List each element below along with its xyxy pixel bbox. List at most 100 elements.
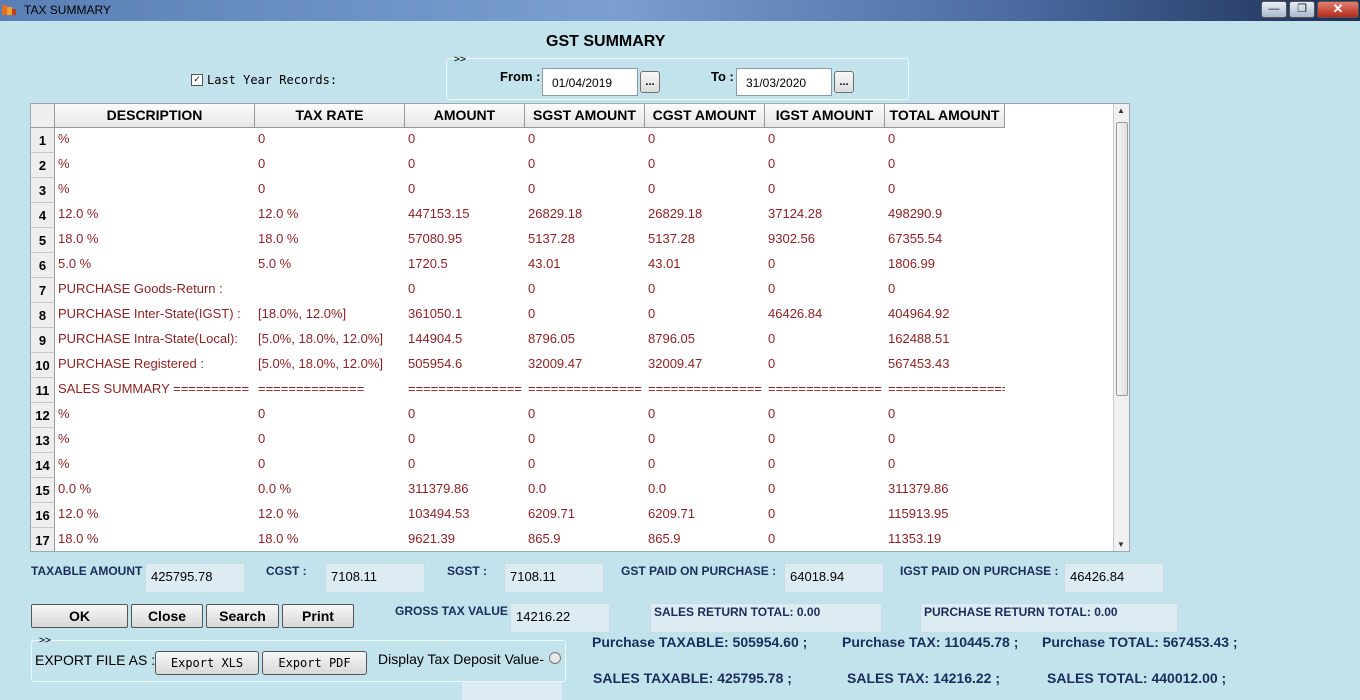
row-number[interactable]: 17 (31, 528, 55, 551)
cell-description[interactable]: % (55, 453, 255, 478)
cell-sgst-amount[interactable]: 43.01 (525, 253, 645, 278)
cell-cgst-amount[interactable]: 0 (645, 178, 765, 203)
cell-amount[interactable]: 0 (405, 153, 525, 178)
cell-igst-amount[interactable]: 0 (765, 153, 885, 178)
cell-total-amount[interactable]: 311379.86 (885, 478, 1005, 503)
cell-description[interactable]: 5.0 % (55, 253, 255, 278)
cell-cgst-amount[interactable]: 8796.05 (645, 328, 765, 353)
vertical-scrollbar[interactable]: ▲ ▼ (1113, 104, 1129, 551)
row-number[interactable]: 5 (31, 228, 55, 253)
cell-cgst-amount[interactable]: 0 (645, 303, 765, 328)
cell-cgst-amount[interactable]: 0 (645, 153, 765, 178)
close-button[interactable]: Close (131, 604, 203, 628)
cell-amount[interactable]: 361050.1 (405, 303, 525, 328)
cell-tax-rate[interactable]: 18.0 % (255, 528, 405, 551)
row-number[interactable]: 15 (31, 478, 55, 503)
cell-amount[interactable]: 1720.5 (405, 253, 525, 278)
cell-tax-rate[interactable]: 12.0 % (255, 503, 405, 528)
taxable-amount-field[interactable]: 425795.78 (145, 563, 245, 593)
cell-amount[interactable]: 447153.15 (405, 203, 525, 228)
from-date-picker-button[interactable]: ... (640, 71, 660, 93)
igst-paid-field[interactable]: 46426.84 (1064, 563, 1164, 593)
cell-total-amount[interactable]: 404964.92 (885, 303, 1005, 328)
cell-igst-amount[interactable]: 9302.56 (765, 228, 885, 253)
cell-sgst-amount[interactable]: 0 (525, 403, 645, 428)
row-number[interactable]: 13 (31, 428, 55, 453)
cell-sgst-amount[interactable]: 6209.71 (525, 503, 645, 528)
minimize-button[interactable]: — (1261, 1, 1287, 18)
table-row[interactable]: 14% 0 0 0 0 0 0 (31, 453, 1005, 478)
restore-button[interactable]: ❐ (1289, 1, 1315, 18)
cell-total-amount[interactable]: 0 (885, 428, 1005, 453)
cell-description[interactable]: PURCHASE Registered : (55, 353, 255, 378)
cell-description[interactable]: % (55, 428, 255, 453)
table-row[interactable]: 7 PURCHASE Goods-Return :00000 (31, 278, 1005, 303)
cell-cgst-amount[interactable]: 32009.47 (645, 353, 765, 378)
cell-tax-rate[interactable]: 0 (255, 428, 405, 453)
cell-description[interactable]: % (55, 128, 255, 153)
print-button[interactable]: Print (282, 604, 354, 628)
cell-amount[interactable]: 144904.5 (405, 328, 525, 353)
cell-amount[interactable]: 0 (405, 278, 525, 303)
cell-igst-amount[interactable]: 0 (765, 503, 885, 528)
table-row[interactable]: 1% 0 0 0 0 0 0 (31, 128, 1005, 153)
column-header-igst-amount[interactable]: IGST AMOUNT (765, 104, 885, 128)
cell-igst-amount[interactable]: 0 (765, 403, 885, 428)
cell-sgst-amount[interactable]: 26829.18 (525, 203, 645, 228)
row-number[interactable]: 7 (31, 278, 55, 303)
cgst-field[interactable]: 7108.11 (325, 563, 425, 593)
cell-total-amount[interactable]: 0 (885, 153, 1005, 178)
cell-sgst-amount[interactable]: 0 (525, 178, 645, 203)
table-row[interactable]: 8 PURCHASE Inter-State(IGST) : [18.0%, 12.… (31, 303, 1005, 328)
cell-tax-rate[interactable]: 12.0 % (255, 203, 405, 228)
export-expand-toggle[interactable]: >> (39, 635, 51, 646)
cell-tax-rate[interactable] (255, 278, 405, 303)
cell-igst-amount[interactable]: 0 (765, 353, 885, 378)
cell-igst-amount[interactable]: 0 (765, 178, 885, 203)
gross-tax-field[interactable]: 14216.22 (510, 603, 610, 633)
cell-sgst-amount[interactable]: 0 (525, 153, 645, 178)
table-row[interactable]: 11 SALES SUMMARY ========== ==============… (31, 378, 1005, 403)
cell-sgst-amount[interactable]: 0 (525, 303, 645, 328)
table-row[interactable]: 5 18.0 % 18.0 % 57080.95 5137.28 5137.28 9302.… (31, 228, 1005, 253)
column-header-tax-rate[interactable]: TAX RATE (255, 104, 405, 128)
cell-description[interactable]: % (55, 153, 255, 178)
cell-cgst-amount[interactable]: 43.01 (645, 253, 765, 278)
cell-description[interactable]: PURCHASE Inter-State(IGST) : (55, 303, 255, 328)
gst-summary-table[interactable]: DESCRIPTION TAX RATE AMOUNT SGST AMOUNT … (30, 103, 1130, 552)
cell-total-amount[interactable]: 1806.99 (885, 253, 1005, 278)
table-row[interactable]: 3% 0 0 0 0 0 0 (31, 178, 1005, 203)
row-number[interactable]: 10 (31, 353, 55, 378)
cell-igst-amount[interactable]: 0 (765, 128, 885, 153)
cell-amount[interactable]: 505954.6 (405, 353, 525, 378)
table-row[interactable]: 10 PURCHASE Registered : [5.0%, 18.0%, 12.… (31, 353, 1005, 378)
cell-tax-rate[interactable]: 0 (255, 403, 405, 428)
cell-description[interactable]: 18.0 % (55, 528, 255, 551)
table-row[interactable]: 16 12.0 % 12.0 % 103494.53 6209.71 6209.71 0 11… (31, 503, 1005, 528)
table-row[interactable]: 9 PURCHASE Intra-State(Local): [5.0%, 18.0… (31, 328, 1005, 353)
cell-cgst-amount[interactable]: 0.0 (645, 478, 765, 503)
cell-amount[interactable]: 9621.39 (405, 528, 525, 551)
cell-total-amount[interactable]: 115913.95 (885, 503, 1005, 528)
cell-tax-rate[interactable]: 0 (255, 128, 405, 153)
cell-tax-rate[interactable]: [18.0%, 12.0%] (255, 303, 405, 328)
cell-igst-amount[interactable]: 37124.28 (765, 203, 885, 228)
cell-amount[interactable]: 0 (405, 178, 525, 203)
row-number[interactable]: 4 (31, 203, 55, 228)
cell-tax-rate[interactable]: 18.0 % (255, 228, 405, 253)
cell-tax-rate[interactable]: 5.0 % (255, 253, 405, 278)
cell-cgst-amount[interactable]: 26829.18 (645, 203, 765, 228)
cell-total-amount[interactable]: 0 (885, 453, 1005, 478)
cell-tax-rate[interactable]: 0 (255, 453, 405, 478)
cell-sgst-amount[interactable]: 5137.28 (525, 228, 645, 253)
cell-tax-rate[interactable]: ============== (255, 378, 405, 403)
column-header-amount[interactable]: AMOUNT (405, 104, 525, 128)
cell-sgst-amount[interactable]: =============== (525, 378, 645, 403)
to-date-field[interactable]: 31/03/2020 (736, 68, 832, 96)
cell-total-amount[interactable]: 0 (885, 403, 1005, 428)
cell-description[interactable]: 12.0 % (55, 503, 255, 528)
table-row[interactable]: 12% 0 0 0 0 0 0 (31, 403, 1005, 428)
ok-button[interactable]: OK (31, 604, 128, 628)
row-number[interactable]: 8 (31, 303, 55, 328)
row-number[interactable]: 11 (31, 378, 55, 403)
